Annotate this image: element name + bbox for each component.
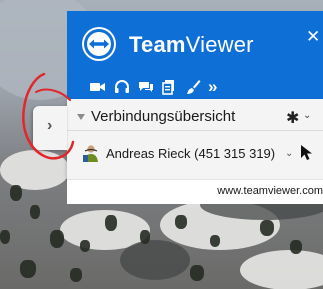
panel-toggle-tab[interactable]: › bbox=[33, 106, 67, 150]
contact-name: Andreas Rieck (451 315 319) bbox=[106, 146, 276, 161]
teamviewer-header: TeamViewer ✕ » bbox=[67, 11, 323, 99]
chevron-right-icon: › bbox=[47, 117, 53, 134]
video-camera-icon[interactable] bbox=[89, 78, 107, 96]
headset-icon[interactable] bbox=[113, 78, 131, 96]
teamviewer-logo-icon bbox=[82, 27, 116, 61]
brand-name: TeamViewer bbox=[129, 32, 254, 57]
section-header[interactable]: Verbindungsübersicht ✱ ⌄ bbox=[67, 105, 323, 127]
user-avatar-icon bbox=[81, 143, 101, 163]
chevron-down-icon[interactable]: ⌄ bbox=[285, 148, 293, 159]
remote-control-cursor-icon[interactable] bbox=[299, 144, 315, 162]
contact-row[interactable]: Andreas Rieck (451 315 319) ⌄ bbox=[67, 143, 323, 165]
divider bbox=[67, 130, 323, 131]
website-link[interactable]: www.teamviewer.com bbox=[217, 185, 323, 197]
section-title: Verbindungsübersicht bbox=[91, 108, 236, 125]
more-chevrons-icon[interactable]: » bbox=[208, 78, 226, 96]
chevron-down-icon[interactable]: ⌄ bbox=[303, 110, 311, 121]
file-transfer-icon[interactable] bbox=[160, 78, 178, 96]
close-icon[interactable]: ✕ bbox=[306, 27, 320, 47]
brush-icon[interactable] bbox=[184, 78, 202, 96]
connection-panel: Verbindungsübersicht ✱ ⌄ Andreas Rieck (… bbox=[67, 99, 323, 179]
chat-icon[interactable] bbox=[137, 78, 155, 96]
gear-icon[interactable]: ✱ bbox=[286, 108, 299, 128]
collapse-triangle-icon[interactable] bbox=[77, 114, 85, 120]
panel-footer: www.teamviewer.com bbox=[67, 179, 323, 204]
